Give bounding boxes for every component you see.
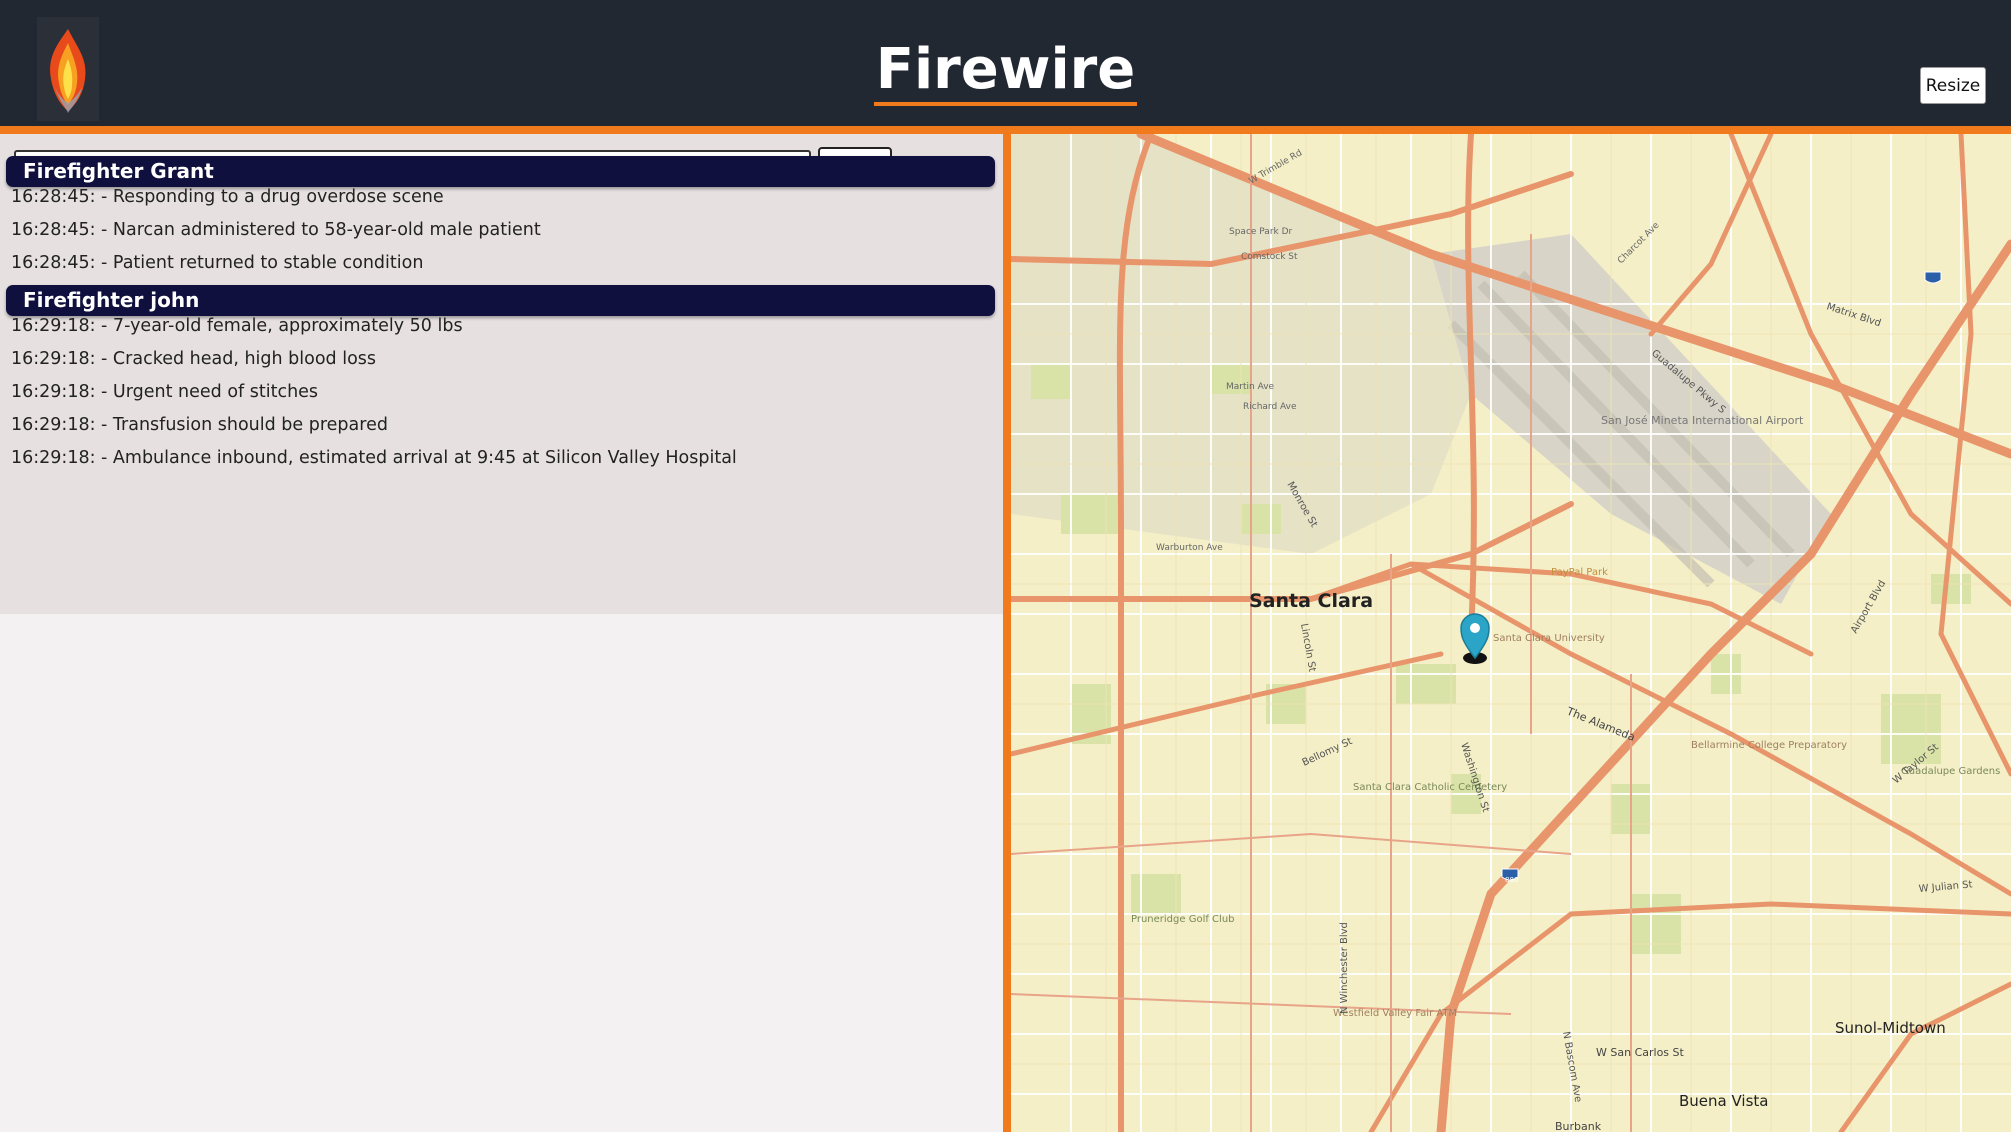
map-label-university: Santa Clara University [1493,633,1605,644]
map-label-santa-clara: Santa Clara [1249,590,1373,612]
map-label-sunol-midtown: Sunol-Midtown [1835,1019,1946,1037]
map-label-golf-club: Pruneridge Golf Club [1131,914,1235,925]
map-label-san-carlos: W San Carlos St [1596,1046,1685,1059]
map-label-space-park: Space Park Dr [1229,227,1293,237]
app-title: Firewire [873,37,1138,106]
interstate-shield-label: 880 [1505,876,1518,884]
app-header: Firewire Resize [0,0,2011,126]
map-label-buena-vista: Buena Vista [1679,1092,1768,1110]
map-view[interactable]: Santa Clara San José Mineta Internationa… [1011,134,2011,1132]
left-panel: Search Firefighter Grant 16:28:45: - Res… [0,134,1003,1132]
map-label-mall: Westfield Valley Fair ATM [1333,1008,1457,1019]
feed-entry: 16:28:45: - Responding to a drug overdos… [11,187,444,207]
resize-button[interactable]: Resize [1920,67,1986,104]
firefighter-header-grant: Firefighter Grant [6,156,995,187]
panel-divider[interactable] [1003,134,1011,1132]
map-label-bellarmine: Bellarmine College Preparatory [1691,740,1847,751]
feed-entry: 16:29:18: - Cracked head, high blood los… [11,349,377,369]
feed-entry: 16:29:18: - Transfusion should be prepar… [11,415,388,435]
map-canvas[interactable]: Santa Clara San José Mineta Internationa… [1011,134,2011,1132]
feed-entry: 16:28:45: - Narcan administered to 58-ye… [11,220,541,240]
map-pin-icon[interactable] [1460,613,1490,664]
report-feed: Search Firefighter Grant 16:28:45: - Res… [0,134,1003,614]
map-label-burbank: Burbank [1555,1120,1602,1132]
feed-entry: 16:29:18: - 7-year-old female, approxima… [11,316,463,336]
map-label-richard: Richard Ave [1243,402,1297,412]
map-label-comstock: Comstock St [1241,252,1298,262]
header-accent-bar [0,126,2011,134]
feed-entry: 16:29:18: - Urgent need of stitches [11,382,319,402]
map-label-airport: San José Mineta International Airport [1601,414,1804,427]
map-label-paypal-park: PayPal Park [1551,567,1608,578]
firefighter-header-john: Firefighter john [6,285,995,316]
map-label-warburton: Warburton Ave [1156,543,1223,553]
feed-entry: 16:28:45: - Patient returned to stable c… [11,253,424,273]
map-label-martin: Martin Ave [1226,382,1275,392]
feed-entry: 16:29:18: - Ambulance inbound, estimated… [11,448,737,468]
map-label-winchester: N Winchester Blvd [1339,922,1350,1014]
